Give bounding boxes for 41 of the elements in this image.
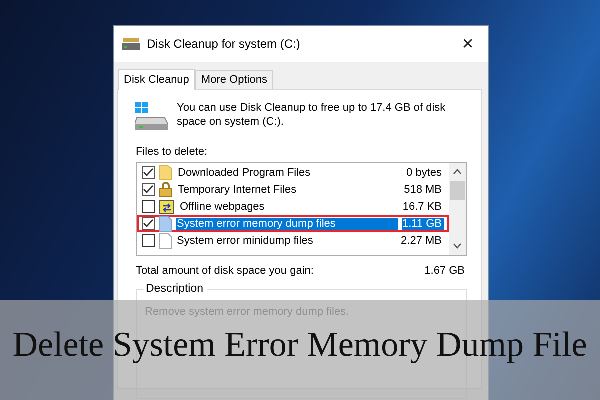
scrollbar[interactable]	[449, 163, 466, 255]
close-button[interactable]: ✕	[448, 26, 488, 62]
total-label: Total amount of disk space you gain:	[136, 265, 314, 277]
chevron-down-icon[interactable]	[453, 243, 462, 249]
file-name: Downloaded Program Files	[177, 166, 312, 178]
file-row[interactable]: Offline webpages 16.7 KB	[137, 198, 449, 215]
checkbox[interactable]	[142, 200, 155, 213]
file-icon	[159, 232, 172, 248]
file-size: 0 bytes	[406, 166, 443, 178]
file-row[interactable]: System error memory dump files 1.11 GB	[137, 215, 449, 232]
intro-text: You can use Disk Cleanup to free up to 17.4 GB of disk space on system (C:).	[177, 101, 447, 129]
drive-icon	[135, 102, 169, 132]
file-size: 2.27 MB	[401, 234, 443, 246]
file-name: Temporary Internet Files	[177, 184, 298, 196]
file-name: System error memory dump files	[176, 218, 398, 230]
checkbox[interactable]	[142, 166, 155, 179]
file-row[interactable]: Temporary Internet Files 518 MB	[137, 181, 449, 198]
file-icon	[159, 216, 172, 232]
total-value: 1.67 GB	[424, 265, 465, 277]
file-size: 1.11 GB	[402, 218, 444, 230]
padlock-icon	[159, 182, 173, 198]
description-title: Description	[143, 283, 207, 295]
window-title: Disk Cleanup for system (C:)	[147, 37, 302, 51]
scrollbar-thumb[interactable]	[450, 181, 465, 200]
checkbox[interactable]	[142, 234, 155, 247]
checkbox[interactable]	[142, 183, 155, 196]
file-name: System error minidump files	[176, 234, 314, 246]
disk-drive-icon	[122, 37, 140, 51]
tab[interactable]: More Options	[195, 70, 274, 89]
file-row[interactable]: Downloaded Program Files 0 bytes	[137, 164, 449, 181]
chevron-up-icon[interactable]	[453, 169, 462, 175]
file-name: Offline webpages	[179, 200, 266, 212]
tab[interactable]: Disk Cleanup	[118, 69, 196, 90]
folder-sync-icon	[159, 198, 175, 214]
file-size: 16.7 KB	[402, 200, 443, 212]
checkbox[interactable]	[142, 217, 155, 230]
files-label: Files to delete:	[136, 146, 209, 158]
caption-text: Delete System Error Memory Dump File	[12, 325, 588, 365]
file-row[interactable]: System error minidump files 2.27 MB	[137, 232, 449, 249]
folder-icon	[159, 164, 173, 180]
file-size: 518 MB	[404, 184, 443, 196]
